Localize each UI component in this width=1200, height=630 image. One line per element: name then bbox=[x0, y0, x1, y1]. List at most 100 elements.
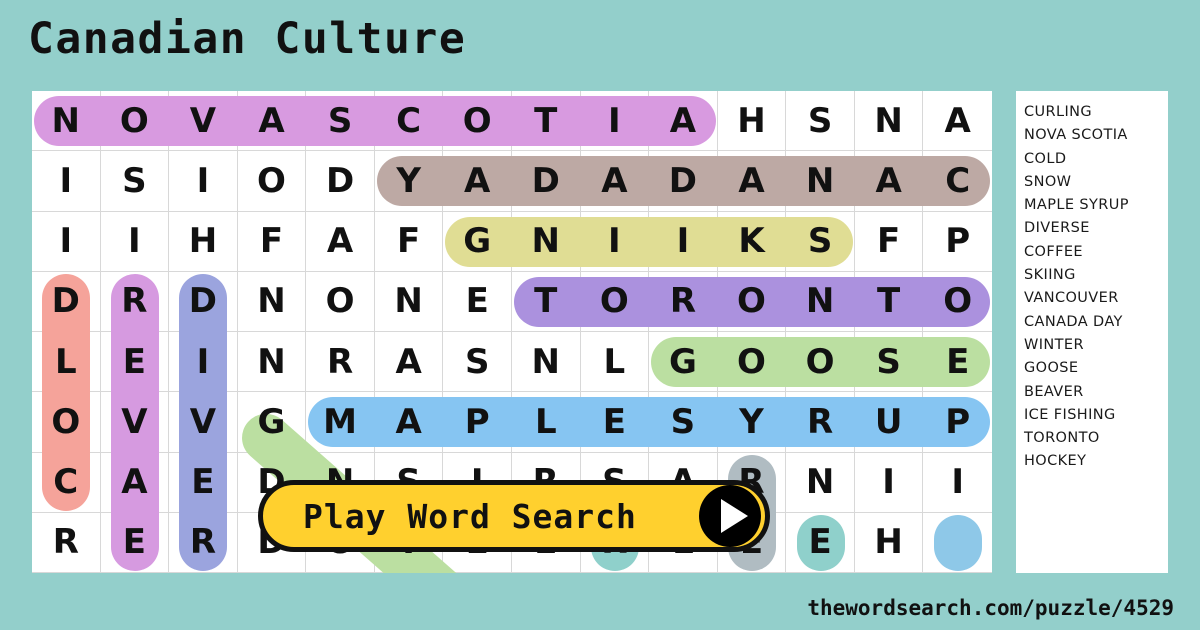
grid-cell[interactable]: T bbox=[854, 271, 924, 332]
grid-cell[interactable]: S bbox=[100, 151, 170, 212]
grid-cell[interactable]: R bbox=[786, 392, 855, 453]
grid-cell[interactable]: M bbox=[306, 392, 375, 453]
grid-cell[interactable]: I bbox=[169, 332, 238, 393]
grid-cell[interactable]: C bbox=[923, 151, 992, 212]
grid-cell[interactable]: I bbox=[923, 453, 992, 513]
grid-cell[interactable]: I bbox=[100, 211, 170, 272]
grid-cell[interactable]: Y bbox=[717, 392, 787, 453]
grid-cell[interactable]: N bbox=[511, 211, 581, 272]
grid-cell[interactable]: S bbox=[854, 332, 924, 393]
grid-cell[interactable]: I bbox=[32, 151, 101, 212]
grid-cell[interactable]: E bbox=[580, 392, 650, 453]
grid-cell[interactable]: A bbox=[717, 151, 787, 212]
grid-cell[interactable]: T bbox=[511, 271, 581, 332]
grid-cell[interactable]: S bbox=[443, 332, 512, 393]
grid-cell[interactable]: H bbox=[717, 91, 787, 152]
grid-cell[interactable]: A bbox=[374, 392, 444, 453]
grid-cell[interactable]: V bbox=[169, 91, 238, 152]
grid-cell[interactable]: R bbox=[649, 271, 718, 332]
grid-cell[interactable]: I bbox=[580, 91, 650, 152]
grid-cell[interactable]: O bbox=[786, 332, 855, 393]
grid-cell-letter: F bbox=[877, 221, 901, 262]
grid-cell[interactable]: I bbox=[32, 211, 101, 272]
grid-cell[interactable]: E bbox=[443, 271, 512, 332]
grid-cell[interactable]: D bbox=[169, 271, 238, 332]
grid-cell[interactable]: E bbox=[100, 512, 170, 573]
grid-cell[interactable]: F bbox=[854, 211, 924, 272]
grid-cell[interactable]: A bbox=[649, 91, 718, 152]
grid-cell[interactable]: H bbox=[169, 211, 238, 272]
grid-cell[interactable]: A bbox=[237, 91, 307, 152]
grid-cell[interactable]: N bbox=[786, 151, 855, 212]
grid-cell[interactable]: S bbox=[786, 91, 855, 152]
grid-cell[interactable]: O bbox=[717, 332, 787, 393]
grid-cell[interactable]: U bbox=[854, 392, 924, 453]
grid-cell[interactable]: R bbox=[306, 332, 375, 393]
grid-cell[interactable]: A bbox=[100, 452, 170, 513]
grid-cell[interactable]: R bbox=[32, 512, 101, 573]
grid-cell[interactable]: N bbox=[786, 271, 855, 332]
grid-cell[interactable]: P bbox=[443, 392, 512, 453]
grid-cell[interactable]: A bbox=[306, 211, 375, 272]
grid-cell[interactable]: N bbox=[374, 271, 444, 332]
grid-cell[interactable]: O bbox=[580, 271, 650, 332]
grid-cell[interactable]: H bbox=[854, 512, 924, 573]
grid-cell[interactable]: A bbox=[580, 151, 650, 212]
grid-cell[interactable]: G bbox=[443, 211, 512, 272]
grid-cell[interactable]: F bbox=[237, 211, 307, 272]
grid-cell[interactable]: P bbox=[923, 392, 992, 453]
grid-cell[interactable]: N bbox=[237, 332, 307, 393]
grid-cell[interactable]: L bbox=[32, 332, 101, 393]
grid-cell[interactable]: O bbox=[443, 91, 512, 152]
grid-cell[interactable]: I bbox=[649, 211, 718, 272]
grid-cell[interactable]: I bbox=[169, 151, 238, 212]
grid-cell[interactable]: R bbox=[169, 512, 238, 573]
grid-cell[interactable]: O bbox=[32, 392, 101, 453]
grid-cell[interactable]: E bbox=[100, 332, 170, 393]
grid-cell[interactable] bbox=[923, 513, 992, 573]
grid-cell[interactable]: D bbox=[511, 151, 581, 212]
grid-cell[interactable]: R bbox=[100, 271, 170, 332]
grid-cell[interactable]: S bbox=[786, 211, 855, 272]
grid-cell[interactable]: Y bbox=[374, 151, 444, 212]
grid-cell[interactable]: E bbox=[169, 452, 238, 513]
grid-cell[interactable]: N bbox=[854, 91, 924, 152]
grid-cell[interactable]: T bbox=[511, 91, 581, 152]
grid-cell[interactable]: V bbox=[169, 392, 238, 453]
grid-cell[interactable]: S bbox=[649, 392, 718, 453]
grid-cell[interactable]: O bbox=[923, 272, 992, 332]
grid-cell[interactable]: N bbox=[786, 452, 855, 513]
grid-cell[interactable]: N bbox=[511, 332, 581, 393]
grid-cell[interactable]: K bbox=[717, 211, 787, 272]
grid-cell[interactable]: N bbox=[237, 271, 307, 332]
grid-cell[interactable]: A bbox=[374, 332, 444, 393]
grid-cell[interactable]: D bbox=[32, 271, 101, 332]
grid-cell[interactable]: S bbox=[306, 91, 375, 152]
grid-cell[interactable]: O bbox=[237, 151, 307, 212]
grid-cell-letter: C bbox=[945, 160, 971, 201]
grid-cell-letter: Y bbox=[739, 401, 764, 442]
grid-cell[interactable]: A bbox=[923, 91, 992, 152]
grid-cell[interactable]: I bbox=[580, 211, 650, 272]
play-word-search-button[interactable]: Play Word Search bbox=[258, 480, 770, 552]
grid-cell[interactable]: O bbox=[717, 271, 787, 332]
grid-cell[interactable]: G bbox=[237, 392, 307, 453]
grid-cell[interactable]: E bbox=[786, 512, 855, 573]
grid-cell[interactable]: A bbox=[854, 151, 924, 212]
grid-cell[interactable]: C bbox=[32, 452, 101, 513]
grid-cell[interactable]: O bbox=[306, 271, 375, 332]
grid-cell[interactable]: L bbox=[511, 392, 581, 453]
grid-cell[interactable]: L bbox=[580, 332, 650, 393]
grid-cell[interactable]: V bbox=[100, 392, 170, 453]
grid-cell[interactable]: D bbox=[306, 151, 375, 212]
grid-cell[interactable]: N bbox=[32, 91, 101, 152]
grid-cell[interactable]: G bbox=[649, 332, 718, 393]
grid-cell[interactable]: A bbox=[443, 151, 512, 212]
grid-cell[interactable]: P bbox=[923, 212, 992, 272]
grid-cell[interactable]: I bbox=[854, 452, 924, 513]
grid-cell[interactable]: O bbox=[100, 91, 170, 152]
grid-cell[interactable]: F bbox=[374, 211, 444, 272]
grid-cell[interactable]: D bbox=[649, 151, 718, 212]
grid-cell[interactable]: C bbox=[374, 91, 444, 152]
grid-cell[interactable]: E bbox=[923, 332, 992, 393]
